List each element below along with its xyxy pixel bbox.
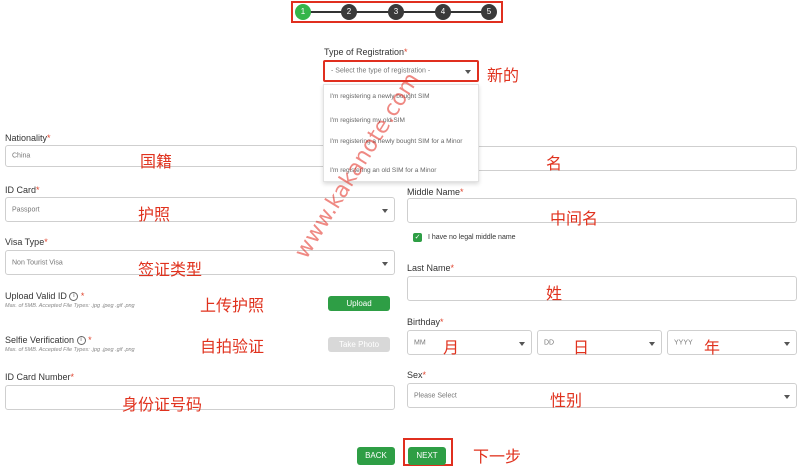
upload-id-hint: Max. of 5MB. Accepted File Types: .jpg .… [5, 303, 135, 309]
take-photo-button[interactable]: Take Photo [328, 337, 390, 352]
nationality-label: Nationality* [5, 133, 51, 143]
caret-down-icon [382, 208, 388, 213]
selfie-hint: Max. of 5MB. Accepted File Types: .jpg .… [5, 347, 135, 353]
sex-label: Sex* [407, 370, 427, 380]
back-button[interactable]: BACK [357, 447, 395, 465]
id-card-label: ID Card* [5, 185, 40, 195]
id-card-value: Passport [12, 206, 40, 213]
caret-down-icon [649, 341, 655, 346]
step-2[interactable]: 2 [341, 4, 357, 20]
caret-down-icon [784, 341, 790, 346]
middle-name-annotation: 中间名 [550, 209, 599, 228]
middle-name-label: Middle Name* [407, 187, 464, 197]
last-name-label: Last Name* [407, 263, 455, 273]
step-3[interactable]: 3 [388, 4, 404, 20]
selfie-annotation: 自拍验证 [200, 337, 265, 356]
last-name-annotation: 姓 [546, 284, 563, 303]
upload-id-annotation: 上传护照 [200, 296, 265, 315]
visa-type-label: Visa Type* [5, 237, 48, 247]
no-middle-name-label: I have no legal middle name [428, 234, 516, 241]
id-number-annotation: 身份证号码 [122, 395, 203, 414]
birthday-day-annotation: 日 [573, 338, 590, 357]
birthday-year-value: YYYY [674, 339, 693, 346]
sex-select[interactable]: Please Select [407, 383, 797, 408]
birthday-month-value: MM [414, 339, 426, 346]
info-icon[interactable]: i [69, 292, 79, 302]
id-number-label: ID Card Number* [5, 372, 75, 382]
last-name-input[interactable] [407, 276, 797, 301]
no-middle-name-checkbox[interactable]: ✓ [413, 233, 422, 242]
birthday-label: Birthday* [407, 317, 444, 327]
nationality-annotation: 国籍 [140, 152, 173, 171]
middle-name-input[interactable] [407, 198, 797, 223]
birthday-day-select[interactable]: DD [537, 330, 662, 355]
birthday-year-select[interactable]: YYYY [667, 330, 797, 355]
caret-down-icon [519, 341, 525, 346]
visa-type-annotation: 签证类型 [138, 260, 203, 279]
sex-value: Please Select [414, 392, 457, 399]
id-card-annotation: 护照 [138, 205, 171, 224]
caret-down-icon [382, 261, 388, 266]
first-name-annotation: 名 [546, 154, 563, 173]
caret-down-icon [465, 70, 471, 74]
birthday-month-select[interactable]: MM [407, 330, 532, 355]
step-4[interactable]: 4 [435, 4, 451, 20]
selfie-label: Selfie Verification i * [5, 335, 92, 346]
birthday-day-value: DD [544, 339, 555, 346]
upload-button[interactable]: Upload [328, 296, 390, 311]
step-1[interactable]: 1 [295, 4, 311, 20]
next-button[interactable]: NEXT [408, 447, 446, 465]
birthday-year-annotation: 年 [704, 338, 721, 357]
step-5[interactable]: 5 [481, 4, 497, 20]
birthday-month-annotation: 月 [443, 338, 460, 357]
registration-option[interactable]: I'm registering a newly bought SIM for a… [330, 138, 470, 146]
visa-type-value: Non Tourist Visa [12, 259, 63, 266]
nationality-value: China [12, 152, 31, 160]
caret-down-icon [784, 394, 790, 399]
next-annotation: 下一步 [473, 447, 522, 466]
registration-annotation: 新的 [487, 66, 520, 85]
info-icon[interactable]: i [76, 336, 86, 346]
registration-label: Type of Registration* [324, 47, 408, 57]
sex-annotation: 性别 [550, 391, 583, 410]
registration-placeholder: - Select the type of registration - [331, 67, 431, 75]
upload-id-label: Upload Valid ID i * [5, 291, 85, 302]
